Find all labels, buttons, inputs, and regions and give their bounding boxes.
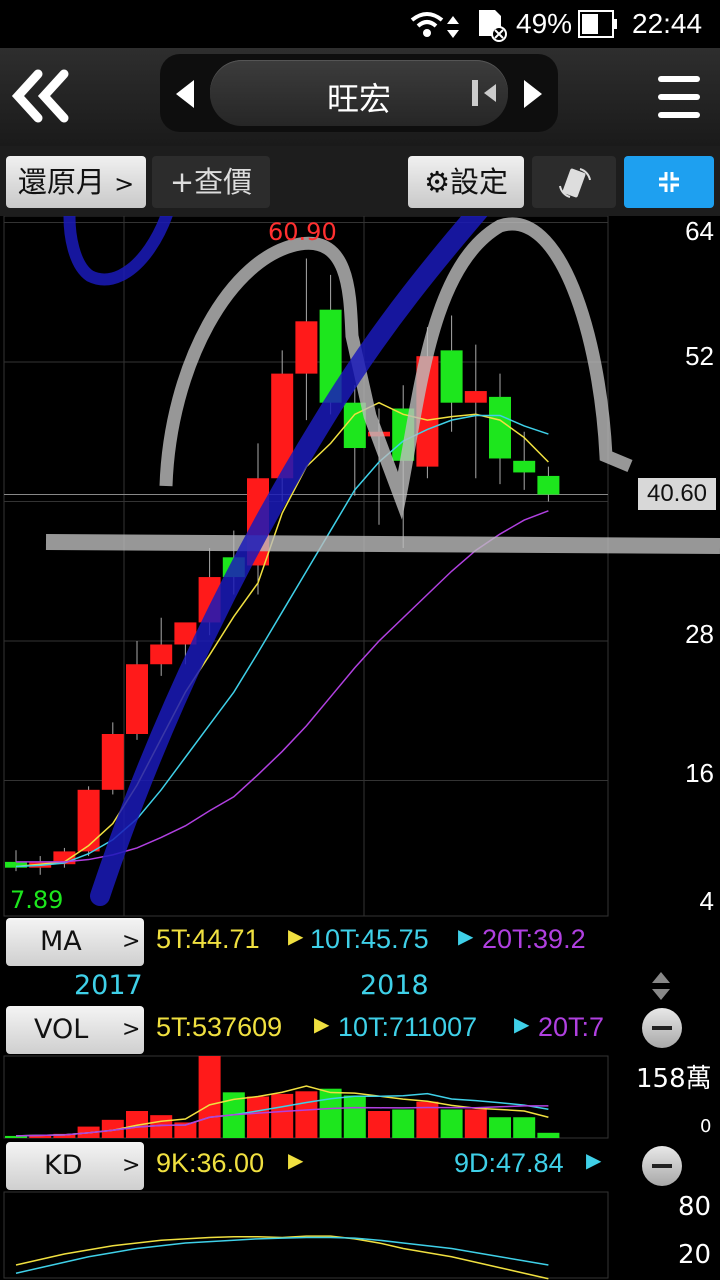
candle-body (77, 789, 100, 852)
ma-button-label: MA (40, 926, 82, 957)
next-stock-icon[interactable] (520, 78, 546, 110)
price-tick-28: 28 (685, 619, 714, 649)
ma10-arrow-icon: ▶ (458, 926, 474, 948)
candle-body (150, 644, 173, 665)
volume-bar (319, 1088, 342, 1138)
resize-panel-icon[interactable] (650, 970, 672, 1002)
support-line-annotation (45, 534, 720, 554)
rotate-icon (559, 168, 591, 198)
k-value: 9K:36.00 (156, 1148, 265, 1178)
stock-switcher: 旺宏 (160, 54, 558, 132)
rotate-screen-button[interactable] (532, 156, 616, 208)
price-tick-16: 16 (685, 758, 714, 788)
volume-bar (464, 1109, 487, 1138)
kd-button-label: KD (44, 1150, 83, 1181)
volume-bar (198, 1056, 221, 1138)
nav-bar: 旺宏 (0, 48, 720, 146)
restore-month-button[interactable]: 還原月 > (6, 156, 146, 208)
ma5-value: 5T:44.71 (156, 924, 260, 954)
ma5-arrow-icon: ▶ (288, 926, 304, 948)
sd-card-icon (479, 10, 507, 42)
volume-bar (392, 1109, 415, 1138)
quote-button[interactable]: +查價 (152, 156, 270, 208)
candle-body (513, 460, 536, 473)
volume-bar (513, 1117, 536, 1138)
volume-bar (368, 1111, 390, 1138)
k-arrow-icon: ▶ (288, 1150, 304, 1172)
volume-bar (440, 1109, 463, 1138)
candle-body (295, 321, 318, 374)
high-price-label: 60.90 (268, 218, 337, 246)
wifi-icon (410, 12, 444, 37)
battery-percent: 49% (516, 8, 573, 39)
stock-title-pill[interactable]: 旺宏 (210, 60, 508, 126)
ma-button[interactable]: MA > (6, 918, 144, 966)
ma20-value: 20T:39.2 (482, 924, 586, 954)
time-axis: 2017 2018 (0, 968, 612, 1004)
last-price-label: 40.60 (638, 478, 716, 510)
fullscreen-button[interactable] (624, 156, 714, 208)
volume-bar (271, 1093, 294, 1138)
chart-area: 64 52 40.60 28 16 4 60.90 7.89 MA > 5T:4… (0, 216, 720, 1280)
volume-bar (537, 1132, 560, 1138)
kd-indicator-bar: KD > 9K:36.00 ▶ 9D:47.84 ▶ (0, 1140, 720, 1192)
candle-body (489, 396, 511, 459)
vol-indicator-bar: VOL > 5T:537609 ▶ 10T:711007 ▶ 20T:7 (0, 1004, 720, 1056)
vol5-value: 5T:537609 (156, 1012, 283, 1042)
candle-body (126, 664, 148, 734)
volume-bar (295, 1091, 318, 1138)
candle-body (537, 475, 560, 495)
volume-bar (343, 1095, 366, 1138)
vol5-arrow-icon: ▶ (314, 1014, 330, 1036)
year-2017-label: 2017 (74, 970, 143, 1001)
settings-button[interactable]: ⚙設定 (408, 156, 524, 208)
kd-panel-frame (3, 1191, 609, 1279)
price-tick-64: 64 (685, 216, 714, 246)
candle-body (464, 391, 487, 403)
stock-menu-icon[interactable] (472, 80, 498, 106)
d-arrow-icon: ▶ (586, 1150, 602, 1172)
year-2018-label: 2018 (360, 970, 429, 1001)
vol20-value: 20T:7 (538, 1012, 605, 1042)
volume-bar (489, 1117, 511, 1138)
battery-icon (578, 10, 617, 38)
vol-zero-label: 0 (700, 1116, 712, 1137)
vol-button-label: VOL (34, 1014, 89, 1045)
ma-indicator-bar: MA > 5T:44.71 ▶ 10T:45.75 ▶ 20T:39.2 (0, 916, 720, 968)
back-double-chevron-icon[interactable] (8, 68, 72, 124)
vol10-value: 10T:711007 (338, 1012, 478, 1042)
chart-toolbar: 還原月 > +查價 ⚙設定 (0, 146, 720, 216)
chevron-right-icon: > (114, 170, 135, 198)
stock-name: 旺宏 (326, 80, 391, 118)
prev-stock-icon[interactable] (172, 78, 198, 110)
d-value: 9D:47.84 (454, 1148, 564, 1178)
price-tick-4: 4 (699, 886, 714, 916)
price-tick-52: 52 (685, 341, 714, 371)
chevron-right-icon: > (122, 929, 141, 954)
hamburger-menu-icon[interactable] (656, 74, 702, 120)
candle-body (440, 350, 463, 403)
ma10-value: 10T:45.75 (310, 924, 429, 954)
collapse-arrows-icon (659, 172, 679, 192)
chevron-right-icon: > (122, 1017, 141, 1042)
kd-button[interactable]: KD > (6, 1142, 144, 1190)
status-bar: 49% 22:44 (0, 0, 720, 48)
vol-max-label: 158萬 (636, 1064, 712, 1094)
collapse-kd-button[interactable] (642, 1146, 682, 1186)
candle-body (101, 734, 124, 790)
candlestick-chart[interactable] (0, 216, 720, 1280)
d-line (15, 1236, 549, 1274)
data-arrows-icon (447, 16, 459, 38)
low-price-label: 7.89 (10, 886, 64, 914)
vol-button[interactable]: VOL > (6, 1006, 144, 1054)
kd-20-label: 20 (678, 1240, 712, 1270)
collapse-vol-button[interactable] (642, 1008, 682, 1048)
k-line (15, 1235, 549, 1280)
restore-month-label: 還原月 (17, 165, 105, 199)
vol10-arrow-icon: ▶ (514, 1014, 530, 1036)
kd-80-label: 80 (678, 1192, 712, 1222)
chevron-right-icon: > (122, 1153, 141, 1178)
clock: 22:44 (632, 8, 703, 39)
volume-bar (247, 1096, 269, 1138)
